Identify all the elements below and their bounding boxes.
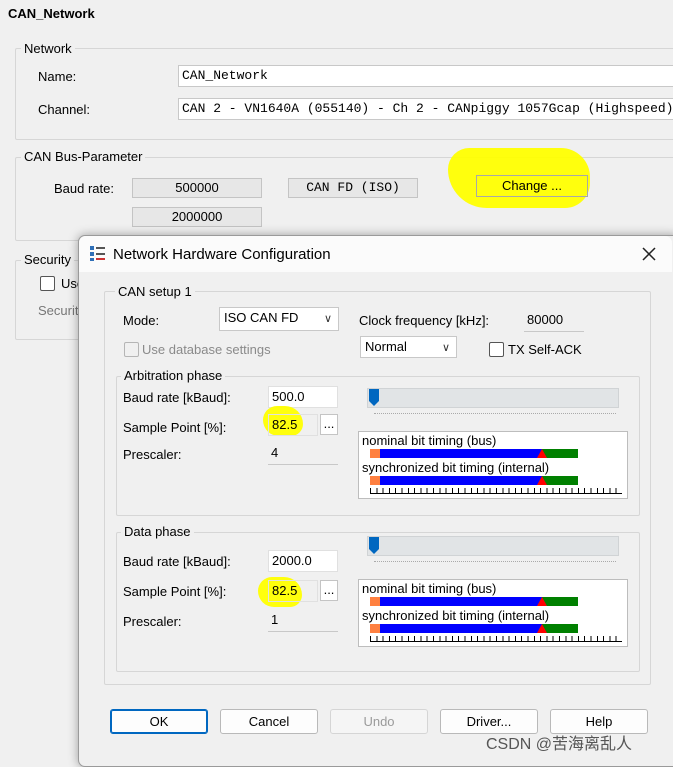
- sync-segment: [370, 597, 380, 606]
- security-checkbox[interactable]: [40, 276, 55, 291]
- tseg1-segment: [380, 597, 542, 606]
- close-icon[interactable]: [640, 245, 658, 263]
- tseg1-segment: [380, 449, 542, 458]
- tseg2-segment: [542, 624, 578, 633]
- tseg1-segment: [380, 476, 542, 485]
- chevron-down-icon: ∨: [441, 342, 450, 354]
- undo-button[interactable]: Undo: [330, 709, 428, 734]
- tseg1-segment: [380, 624, 542, 633]
- security-group-title: Security: [21, 252, 74, 267]
- can-fd-iso-button[interactable]: CAN FD (ISO): [288, 178, 418, 198]
- channel-field[interactable]: CAN 2 - VN1640A (055140) - Ch 2 - CANpig…: [178, 98, 673, 120]
- sync-segment: [370, 476, 380, 485]
- arb-sample-point-label: Sample Point [%]:: [123, 420, 227, 435]
- data-phase-group-title: Data phase: [121, 524, 194, 539]
- bus-parameter-group-title: CAN Bus-Parameter: [21, 149, 146, 164]
- arb-sample-point-input[interactable]: 82.5: [268, 414, 318, 436]
- data-baud-label: Baud rate [kBaud]:: [123, 554, 231, 569]
- sync-segment: [370, 624, 380, 633]
- tx-self-ack-label: TX Self-ACK: [508, 342, 582, 357]
- arb-sync-bar: [370, 476, 578, 485]
- channel-label: Channel:: [38, 102, 91, 117]
- tseg2-segment: [542, 597, 578, 606]
- cancel-button[interactable]: Cancel: [220, 709, 318, 734]
- arbitration-group-title: Arbitration phase: [121, 368, 226, 383]
- data-baud-rate-value: 2000000: [132, 207, 262, 227]
- network-group-title: Network: [21, 41, 75, 56]
- data-nominal-label: nominal bit timing (bus): [362, 581, 497, 596]
- dialog-title: Network Hardware Configuration: [113, 246, 331, 263]
- main-title: CAN_Network: [8, 6, 95, 21]
- sample-point-marker: [537, 597, 547, 606]
- clock-frequency-value: 80000: [524, 310, 584, 332]
- data-baud-slider[interactable]: [367, 536, 619, 556]
- tseg2-segment: [542, 449, 578, 458]
- data-baud-input[interactable]: 2000.0: [268, 550, 338, 572]
- arb-nominal-label: nominal bit timing (bus): [362, 433, 497, 448]
- use-database-label: Use database settings: [142, 342, 271, 357]
- data-sample-point-input[interactable]: 82.5: [268, 580, 318, 602]
- tx-self-ack-checkbox[interactable]: [489, 342, 504, 357]
- tseg2-segment: [542, 476, 578, 485]
- arb-timing-scale: [370, 488, 622, 494]
- data-sample-point-ellipsis-button[interactable]: ...: [320, 580, 338, 601]
- use-database-checkbox[interactable]: [124, 342, 139, 357]
- baud-rate-value: 500000: [132, 178, 262, 198]
- data-prescaler-label: Prescaler:: [123, 614, 182, 629]
- mode-label: Mode:: [123, 313, 160, 328]
- data-nominal-bar: [370, 597, 578, 606]
- mode-select-value: ISO CAN FD: [224, 310, 299, 325]
- arb-baud-slider[interactable]: [367, 388, 619, 408]
- data-sample-point-label: Sample Point [%]:: [123, 584, 227, 599]
- bus-mode-select[interactable]: Normal ∨: [360, 336, 457, 358]
- arb-sample-point-ellipsis-button[interactable]: ...: [320, 414, 338, 435]
- data-prescaler-value: 1: [268, 610, 338, 632]
- bus-mode-select-value: Normal: [365, 339, 407, 354]
- arb-baud-input[interactable]: 500.0: [268, 386, 338, 408]
- data-slider-thumb[interactable]: [369, 537, 379, 554]
- arb-baud-label: Baud rate [kBaud]:: [123, 390, 231, 405]
- ok-button[interactable]: OK: [110, 709, 208, 734]
- arb-prescaler-value: 4: [268, 443, 338, 465]
- data-slider-ticks: [374, 561, 616, 564]
- data-timing-scale: [370, 636, 622, 642]
- network-config-icon: [89, 245, 106, 262]
- network-group: [15, 48, 673, 140]
- watermark: CSDN @苦海离乱人: [486, 736, 633, 753]
- arb-slider-ticks: [374, 413, 616, 416]
- name-field[interactable]: CAN_Network: [178, 65, 673, 87]
- sync-segment: [370, 449, 380, 458]
- arb-sync-label: synchronized bit timing (internal): [362, 460, 550, 475]
- can-setup-group-title: CAN setup 1: [115, 284, 195, 299]
- sample-point-marker: [537, 476, 547, 485]
- arb-slider-thumb[interactable]: [369, 389, 379, 406]
- change-button[interactable]: Change ...: [476, 175, 588, 197]
- arb-nominal-bar: [370, 449, 578, 458]
- baud-rate-label: Baud rate:: [54, 181, 114, 196]
- data-sync-label: synchronized bit timing (internal): [362, 608, 550, 623]
- sample-point-marker: [537, 624, 547, 633]
- chevron-down-icon: ∨: [323, 313, 332, 325]
- sample-point-marker: [537, 449, 547, 458]
- mode-select[interactable]: ISO CAN FD ∨: [219, 307, 339, 331]
- clock-frequency-label: Clock frequency [kHz]:: [359, 313, 490, 328]
- data-sync-bar: [370, 624, 578, 633]
- arb-prescaler-label: Prescaler:: [123, 447, 182, 462]
- name-label: Name:: [38, 69, 77, 84]
